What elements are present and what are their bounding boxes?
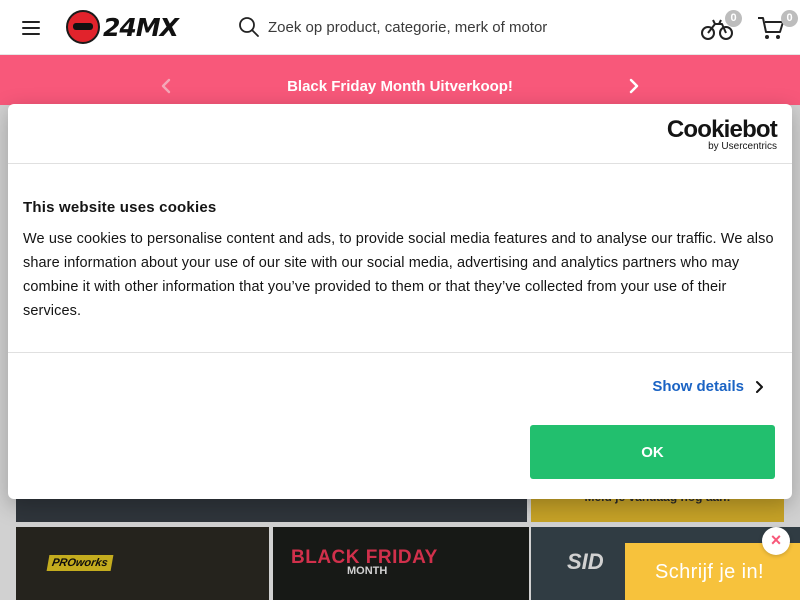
logo-text: 24MX	[103, 12, 179, 42]
cookie-dialog-header: Cookiebot by Usercentrics	[8, 104, 792, 164]
site-header: 24MX 0 0	[0, 0, 800, 55]
chevron-right-icon[interactable]	[626, 77, 642, 95]
promo-bar: Black Friday Month Uitverkoop!	[0, 55, 800, 105]
search-icon[interactable]	[238, 16, 260, 38]
cart-count-badge: 0	[781, 10, 798, 27]
ok-button[interactable]: OK	[530, 425, 775, 479]
logo-mask-icon	[66, 10, 100, 44]
show-details-label: Show details	[652, 378, 744, 395]
menu-icon[interactable]	[22, 21, 40, 37]
garage-button[interactable]: 0	[700, 10, 742, 44]
cookiebot-logo: Cookiebot by Usercentrics	[666, 116, 778, 153]
show-details-link[interactable]: Show details	[652, 378, 764, 395]
chevron-right-icon	[756, 380, 763, 393]
divider	[8, 352, 792, 353]
promo-text[interactable]: Black Friday Month Uitverkoop!	[0, 78, 800, 95]
search-input[interactable]	[268, 14, 628, 40]
newsletter-label: Schrijf je in!	[655, 561, 764, 583]
close-icon[interactable]: ×	[762, 527, 790, 555]
cart-button[interactable]: 0	[756, 10, 798, 44]
cookie-body-text: We use cookies to personalise content an…	[23, 231, 774, 319]
cookie-title: This website uses cookies	[23, 199, 217, 216]
site-logo[interactable]: 24MX	[66, 10, 196, 44]
cookiebot-brand: Cookiebot	[666, 116, 778, 143]
garage-count-badge: 0	[725, 10, 742, 27]
cookie-dialog: Cookiebot by Usercentrics This website u…	[8, 104, 792, 499]
